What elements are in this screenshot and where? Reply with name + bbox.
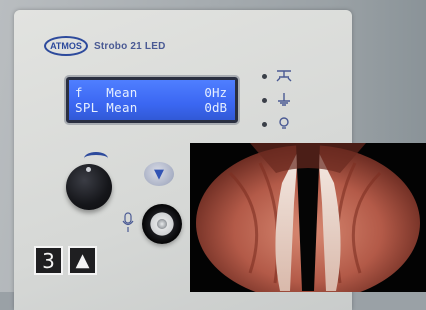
lcd-row-1-label: f Mean <box>75 85 138 100</box>
brand-logo: ATMOS <box>44 36 88 56</box>
ground-icon <box>276 92 292 109</box>
footswitch-icon <box>276 68 292 85</box>
up-arrow-icon: ▲ <box>75 250 90 271</box>
indicator-led-2 <box>262 98 267 103</box>
indicator-led-1 <box>262 74 267 79</box>
jack-socket <box>157 219 167 229</box>
rotary-knob[interactable] <box>66 164 112 210</box>
device-brand: ATMOS Strobo 21 LED <box>44 36 166 56</box>
lcd-row-2-value: 0dB <box>204 100 227 115</box>
microphone-jack[interactable] <box>142 204 182 244</box>
arrow-down-button[interactable]: ▼ <box>144 162 174 186</box>
light-icon <box>277 116 291 133</box>
model-name: Strobo 21 LED <box>94 40 166 52</box>
arrow-down-icon: ▼ <box>154 166 164 182</box>
page-number-box[interactable]: 3 <box>34 246 63 275</box>
microphone-icon <box>122 212 134 234</box>
lcd-row-1-value: 0Hz <box>204 85 227 100</box>
up-arrow-button[interactable]: ▲ <box>68 246 97 275</box>
knob-indicator-dot <box>86 167 91 172</box>
vocal-folds-inset-image <box>190 143 426 292</box>
lcd-row-2-label: SPL Mean <box>75 100 138 115</box>
lcd-display: f Mean 0Hz SPL Mean 0dB <box>66 77 238 123</box>
vocal-folds-illustration <box>196 143 420 292</box>
indicator-led-3 <box>262 122 267 127</box>
